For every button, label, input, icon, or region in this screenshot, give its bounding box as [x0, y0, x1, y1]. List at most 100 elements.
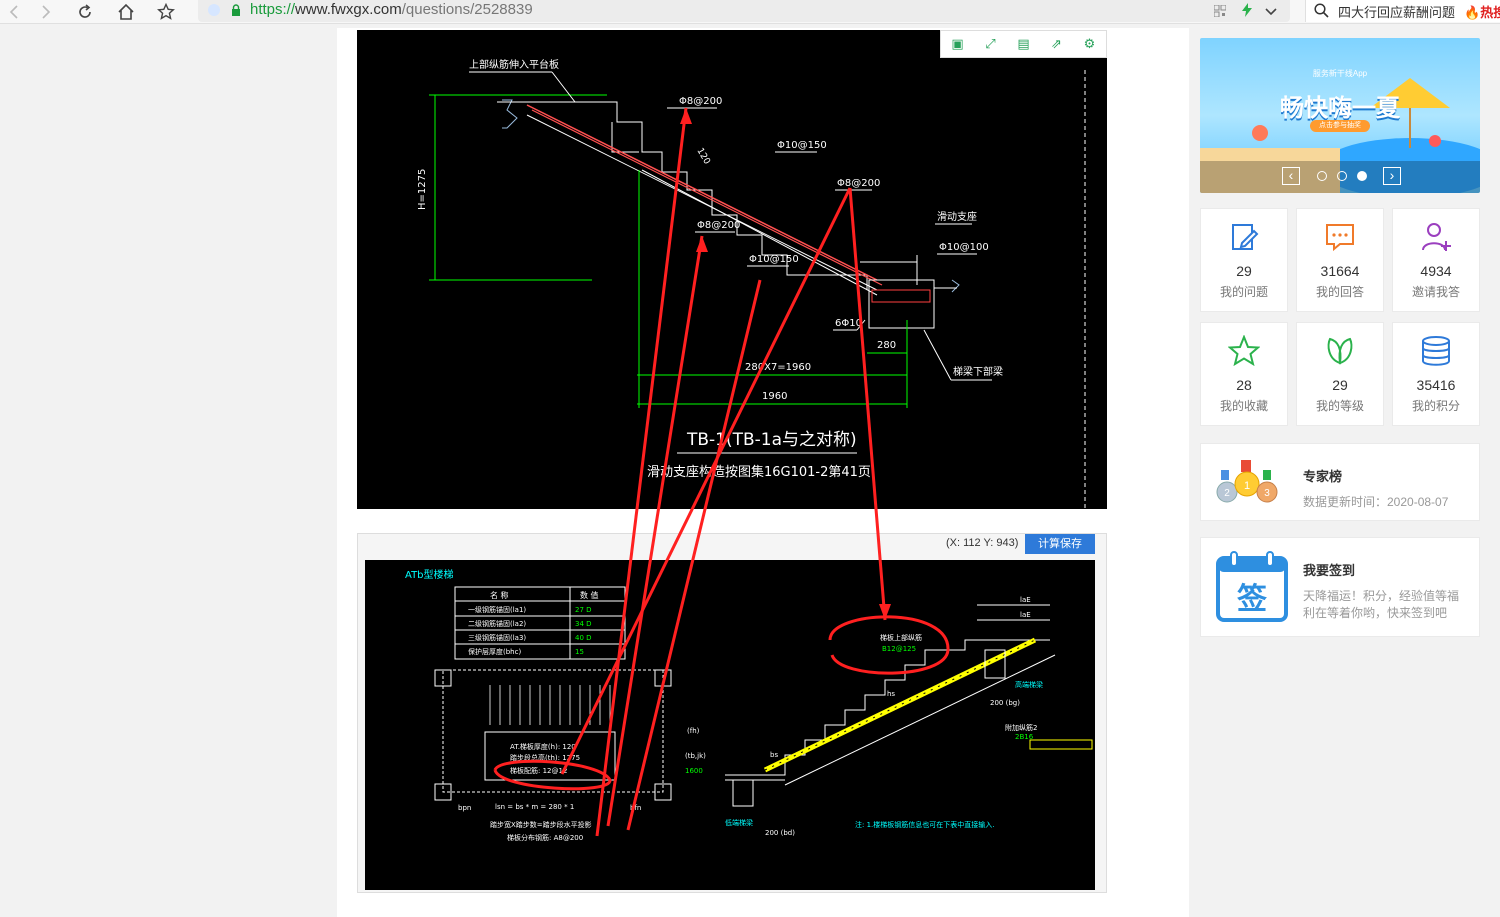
- cad-dim-2: 1960: [762, 391, 787, 402]
- section-bd: 200 (bd): [765, 829, 795, 837]
- banner-dot-2[interactable]: [1337, 171, 1347, 181]
- stat-label: 我的回答: [1315, 285, 1364, 299]
- medal-silver-label: 2: [1224, 488, 1230, 499]
- banner-small: 服务新干线App: [1312, 69, 1368, 78]
- lightning-icon[interactable]: [1242, 3, 1252, 22]
- stat-invited[interactable]: 4934 邀请我答: [1392, 208, 1480, 312]
- plan-dist: 梯板分布钢筋: A8@200: [507, 833, 583, 842]
- section-bg: 200 (bg): [990, 699, 1020, 707]
- fit-icon[interactable]: ▣: [948, 36, 968, 52]
- table-row-4-value: 15: [575, 648, 584, 656]
- reload-icon[interactable]: [70, 0, 100, 24]
- stat-favorites[interactable]: 28 我的收藏: [1200, 322, 1288, 426]
- stat-my-questions[interactable]: 29 我的问题: [1200, 208, 1288, 312]
- banner-dot-1[interactable]: [1317, 171, 1327, 181]
- plan-fh: (fh): [687, 727, 700, 735]
- table-row-1-name: 一级钢筋锚固(la1): [468, 605, 526, 614]
- cad-height-label: H=1275: [417, 169, 428, 210]
- cad-rebar-2: Φ10@150: [777, 140, 827, 151]
- banner-dot-3[interactable]: [1357, 171, 1367, 181]
- stat-my-answers[interactable]: 31664 我的回答: [1296, 208, 1384, 312]
- banner-title: 畅快嗨一夏: [1280, 95, 1400, 122]
- calendar-icon: 签: [1215, 550, 1289, 629]
- cad-dim-280: 280: [877, 340, 896, 351]
- table-row-3-value: 40 D: [575, 634, 592, 642]
- banner-next-icon[interactable]: ›: [1383, 167, 1401, 185]
- expert-board-updated: 数据更新时间：2020-08-07: [1303, 495, 1449, 509]
- stat-points[interactable]: 35416 我的积分: [1392, 322, 1480, 426]
- add-user-icon: [1393, 221, 1479, 255]
- signin-desc-line2: 利在等着你哟，快来签到吧: [1303, 606, 1448, 620]
- stat-value: 35416: [1416, 377, 1456, 393]
- cad-drawing-top: H=1275 上部纵筋伸入平台板 Φ8@200 120 Φ10@150 Φ8@2…: [357, 30, 1107, 509]
- stat-value: 29: [1236, 263, 1252, 279]
- search-box[interactable]: 四大行回应薪酬问题 🔥热搜: [1305, 0, 1500, 22]
- section-add-bar-value: 2B16: [1015, 733, 1034, 741]
- cad-note-topleft: 上部纵筋伸入平台板: [469, 58, 559, 71]
- signin-title: 我要签到: [1303, 563, 1356, 578]
- chevron-down-icon[interactable]: [1265, 4, 1277, 22]
- share-icon[interactable]: ⇗: [1047, 36, 1067, 52]
- table-row-2-name: 二级钢筋锚固(la2): [468, 619, 526, 628]
- table-row-1-value: 27 D: [575, 606, 592, 614]
- cad-dim-1: 280X7=1960: [745, 362, 811, 373]
- cad-rebar-3: Φ8@200: [837, 178, 880, 189]
- url-text: https://www.fwxgx.com/questions/2528839: [250, 1, 533, 18]
- stat-value: 4934: [1420, 263, 1452, 279]
- qr-icon[interactable]: [1213, 4, 1227, 22]
- plan-1600: 1600: [685, 767, 703, 775]
- settings-icon[interactable]: ⚙: [1080, 36, 1100, 52]
- section-low-beam: 低端梯梁: [725, 818, 753, 827]
- medals-icon: 1 2 3: [1215, 458, 1279, 513]
- coordinate-readout: (X: 112 Y: 943): [946, 537, 1019, 549]
- table-row-3-name: 三级钢筋锚固(la3): [468, 633, 526, 642]
- stat-value: 29: [1332, 377, 1348, 393]
- search-suggestion: 四大行回应薪酬问题: [1338, 5, 1456, 20]
- section-note: 注: 1.楼梯板钢筋信息也可在下表中直接输入.: [855, 820, 995, 829]
- back-icon[interactable]: [0, 0, 30, 24]
- section-top-bar: 梯板上部纵筋: [880, 633, 922, 642]
- cad-dim-slant: 120: [694, 147, 711, 167]
- section-bs: bs: [770, 751, 778, 759]
- calc-save-button[interactable]: 计算保存: [1025, 534, 1095, 554]
- calc-section-title: ATb型楼梯: [405, 568, 454, 581]
- section-laE-1: laE: [1020, 596, 1031, 604]
- save-icon[interactable]: ▤: [1014, 36, 1034, 52]
- cad-subtitle: 滑动支座构造按图集16G101-2第41页: [647, 464, 871, 480]
- cad-rebar-7: 6Φ10: [835, 318, 862, 329]
- hot-badge: 🔥热搜: [1464, 5, 1500, 20]
- expert-board-card[interactable]: 1 2 3 专家榜 数据更新时间：2020-08-07: [1200, 443, 1480, 521]
- browser-toolbar: https://www.fwxgx.com/questions/2528839 …: [0, 0, 1500, 24]
- bookmark-star-icon[interactable]: [151, 0, 181, 24]
- banner-cta[interactable]: 点击参与抽奖: [1310, 120, 1370, 132]
- chat-icon: [1297, 221, 1383, 255]
- stat-value: 28: [1236, 377, 1252, 393]
- home-icon[interactable]: [111, 0, 141, 24]
- fullscreen-icon[interactable]: ⤢: [981, 36, 1001, 52]
- cad-rebar-4: Φ8@200: [697, 220, 740, 231]
- leaf-icon: [1297, 335, 1383, 369]
- edit-icon: [1201, 221, 1287, 255]
- cad-slide-support: 滑动支座: [937, 210, 977, 223]
- drawing-toolbar: ▣ ⤢ ▤ ⇗ ⚙: [940, 30, 1107, 58]
- stat-label: 我的等级: [1315, 399, 1364, 413]
- section-hs: hs: [887, 690, 895, 698]
- plan-bfn: bfn: [630, 804, 641, 812]
- stat-level[interactable]: 29 我的等级: [1296, 322, 1384, 426]
- section-top-bar-value: B12@125: [882, 645, 916, 653]
- address-bar[interactable]: https://www.fwxgx.com/questions/2528839: [198, 0, 1290, 22]
- cad-beam-label: 梯梁下部梁: [953, 365, 1003, 378]
- signin-card[interactable]: 签 我要签到 天降福运！积分，经验值等福 利在等着你哟，快来签到吧: [1200, 537, 1480, 637]
- site-icon: [208, 4, 220, 16]
- plan-thickness: AT.梯板厚度(h): 120: [510, 742, 576, 751]
- banner-nav: ‹ ›: [1200, 161, 1480, 193]
- promo-banner[interactable]: 服务新干线App 畅快嗨一夏 点击参与抽奖 ‹ ›: [1200, 38, 1480, 193]
- plan-bpn: bpn: [458, 804, 471, 812]
- banner-prev-icon[interactable]: ‹: [1282, 167, 1300, 185]
- table-header-name: 名 称: [490, 590, 509, 600]
- stat-label: 我的积分: [1411, 399, 1460, 413]
- stat-value: 31664: [1320, 263, 1360, 279]
- forward-icon[interactable]: [30, 0, 60, 24]
- star-icon: [1201, 335, 1287, 369]
- search-icon: [1314, 3, 1329, 21]
